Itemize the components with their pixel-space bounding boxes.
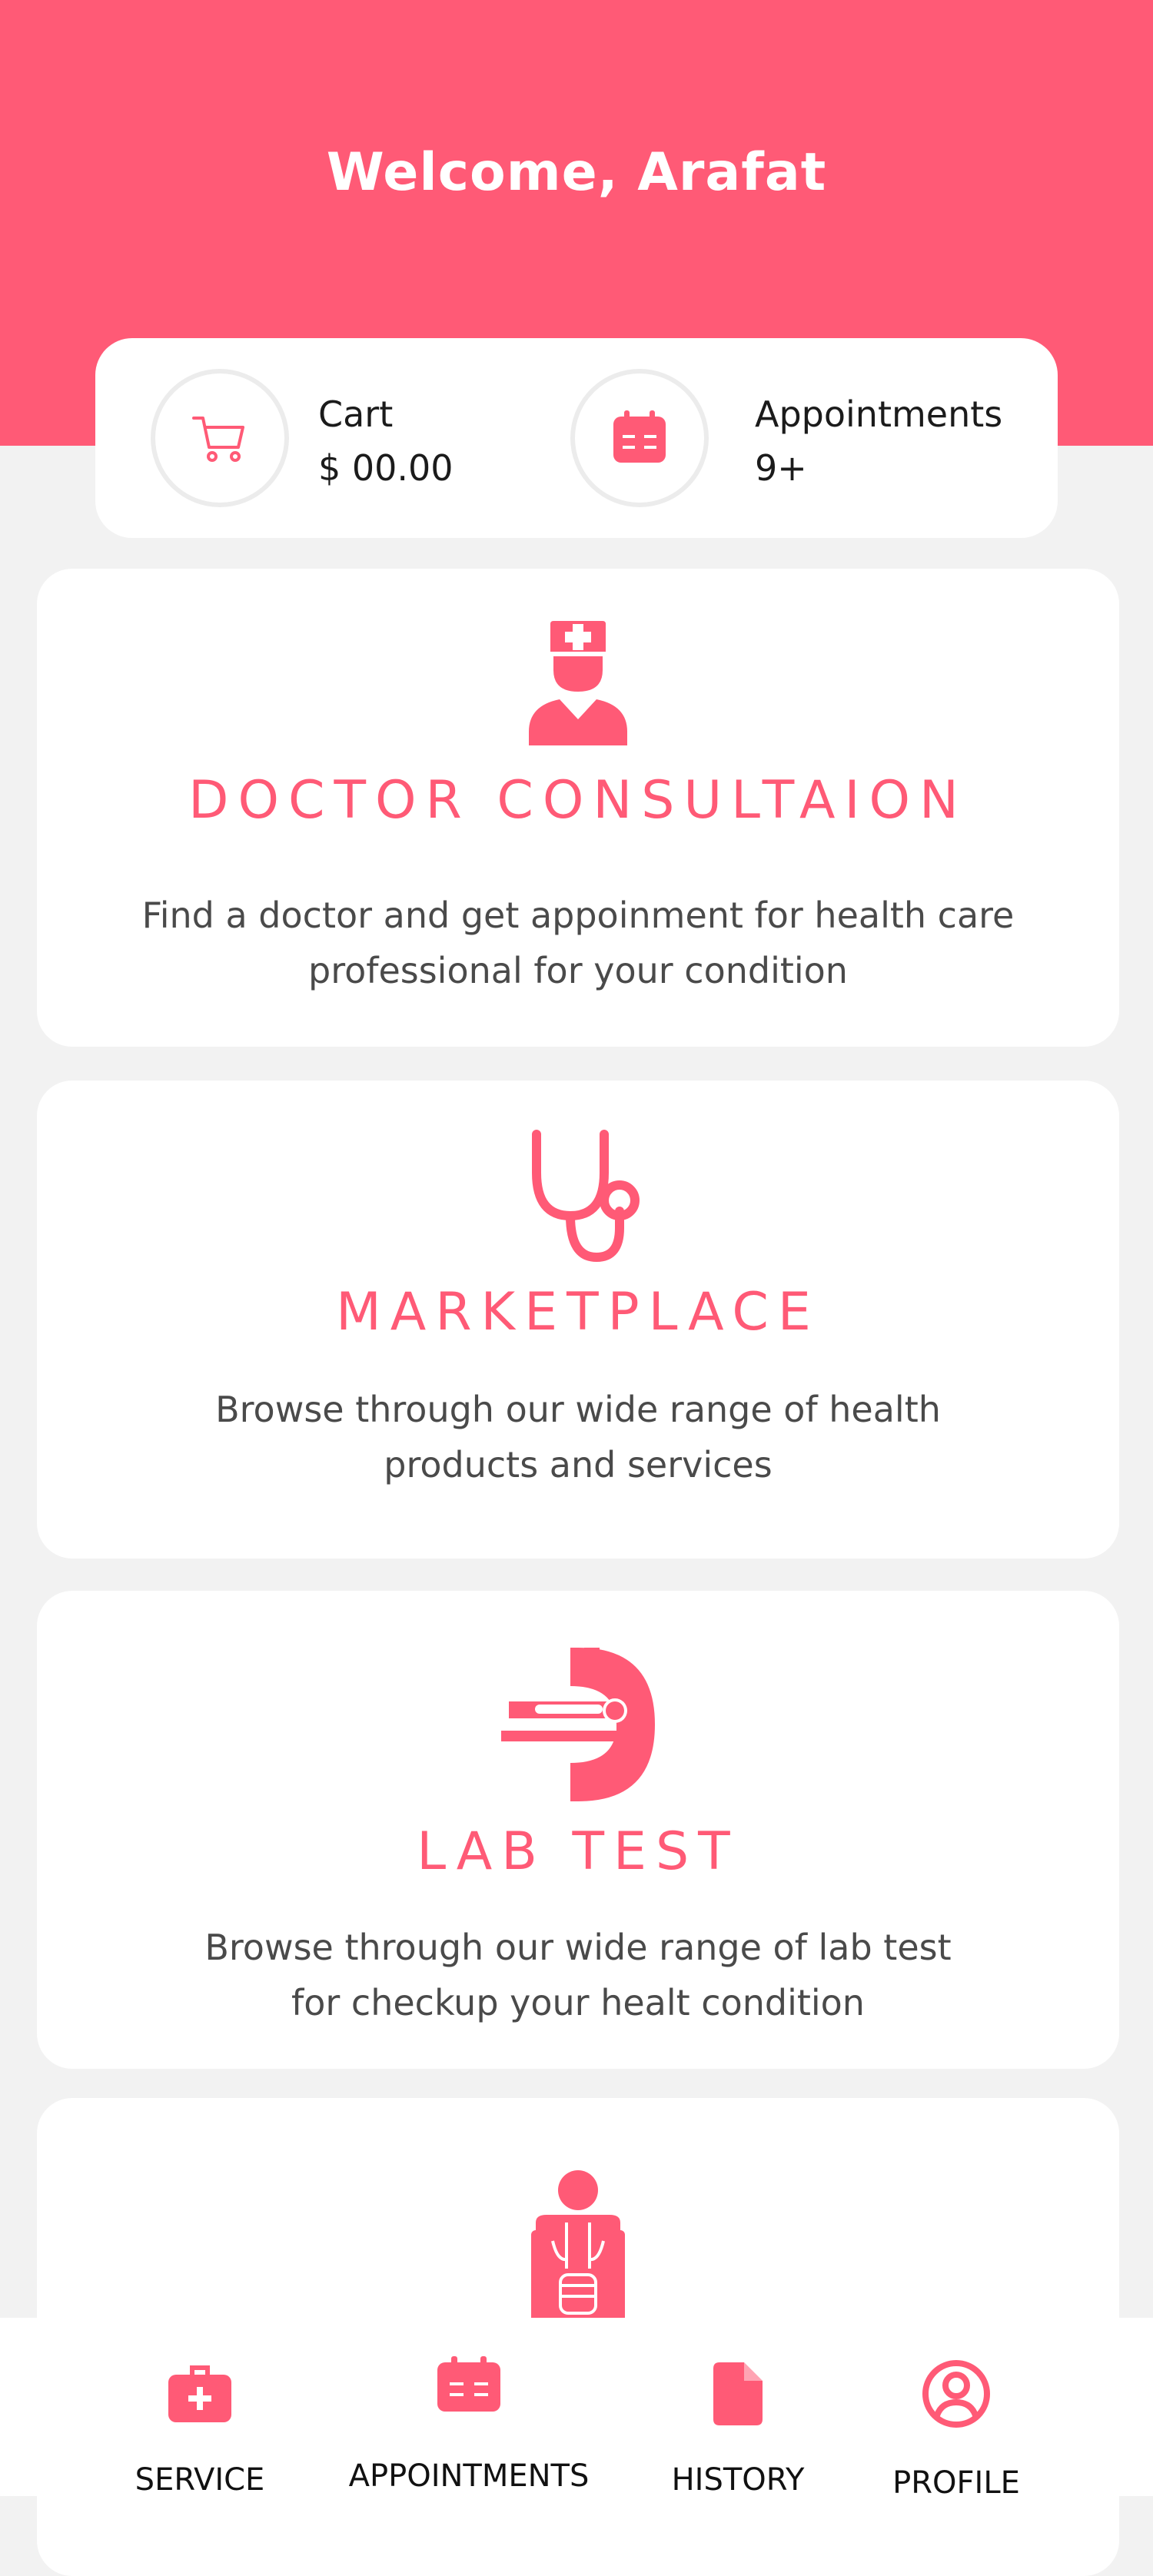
nav-item-appointments[interactable]: APPOINTMENTS bbox=[349, 2318, 589, 2496]
nav-item-service[interactable]: SERVICE bbox=[123, 2318, 277, 2498]
appointments-value: 9+ bbox=[755, 447, 807, 489]
nav-item-profile[interactable]: PROFILE bbox=[879, 2318, 1033, 2501]
profile-icon bbox=[922, 2360, 990, 2428]
nav-label: APPOINTMENTS bbox=[348, 2458, 590, 2494]
card-description-line: professional for your condition bbox=[308, 950, 848, 991]
card-description-line: Browse through our wide range of lab tes… bbox=[204, 1927, 952, 1968]
cart-label: Cart bbox=[318, 393, 394, 435]
card-title: DOCTOR CONSULTAION bbox=[188, 770, 968, 831]
document-icon bbox=[713, 2362, 763, 2425]
card-title: LAB TEST bbox=[417, 1821, 739, 1882]
calendar-icon bbox=[437, 2356, 500, 2412]
welcome-title: Welcome, Arafat bbox=[326, 142, 827, 203]
summary-card: Cart $ 00.00 Appointments 9+ bbox=[95, 338, 1058, 538]
card-description-line: Browse through our wide range of health bbox=[215, 1389, 941, 1430]
card-lab-test[interactable]: LAB TEST Browse through our wide range o… bbox=[37, 1591, 1119, 2069]
body-anatomy-icon bbox=[531, 2170, 625, 2322]
card-description-line: products and services bbox=[384, 1444, 773, 1486]
nav-label: PROFILE bbox=[892, 2465, 1020, 2501]
appointments-label: Appointments bbox=[755, 393, 1003, 435]
cart-icon bbox=[192, 417, 244, 462]
doctor-icon bbox=[529, 621, 627, 745]
card-description-line: for checkup your healt condition bbox=[291, 1982, 865, 2023]
card-marketplace[interactable]: MARKETPLACE Browse through our wide rang… bbox=[37, 1081, 1119, 1559]
card-description: Find a doctor and get appoinment for hea… bbox=[91, 888, 1065, 998]
calendar-icon bbox=[613, 410, 666, 463]
card-title: MARKETPLACE bbox=[336, 1282, 820, 1343]
scanner-icon bbox=[501, 1648, 655, 1801]
nav-label: SERVICE bbox=[135, 2462, 265, 2498]
nav-label: HISTORY bbox=[671, 2462, 805, 2498]
medical-kit-icon bbox=[168, 2365, 231, 2422]
stethoscope-icon bbox=[532, 1130, 640, 1263]
cart-value: $ 00.00 bbox=[318, 447, 454, 489]
nav-item-history[interactable]: HISTORY bbox=[661, 2318, 815, 2498]
cart-button[interactable] bbox=[151, 369, 289, 507]
card-description: Browse through our wide range of lab tes… bbox=[91, 1920, 1065, 2030]
card-doctor-consultation[interactable]: DOCTOR CONSULTAION Find a doctor and get… bbox=[37, 569, 1119, 1047]
card-description-line: Find a doctor and get appoinment for hea… bbox=[141, 895, 1015, 936]
appointments-button[interactable] bbox=[570, 369, 709, 507]
bottom-navigation: SERVICE APPOINTMENTS HISTORY PROFILE bbox=[0, 2318, 1153, 2501]
card-description: Browse through our wide range of health … bbox=[91, 1382, 1065, 1492]
